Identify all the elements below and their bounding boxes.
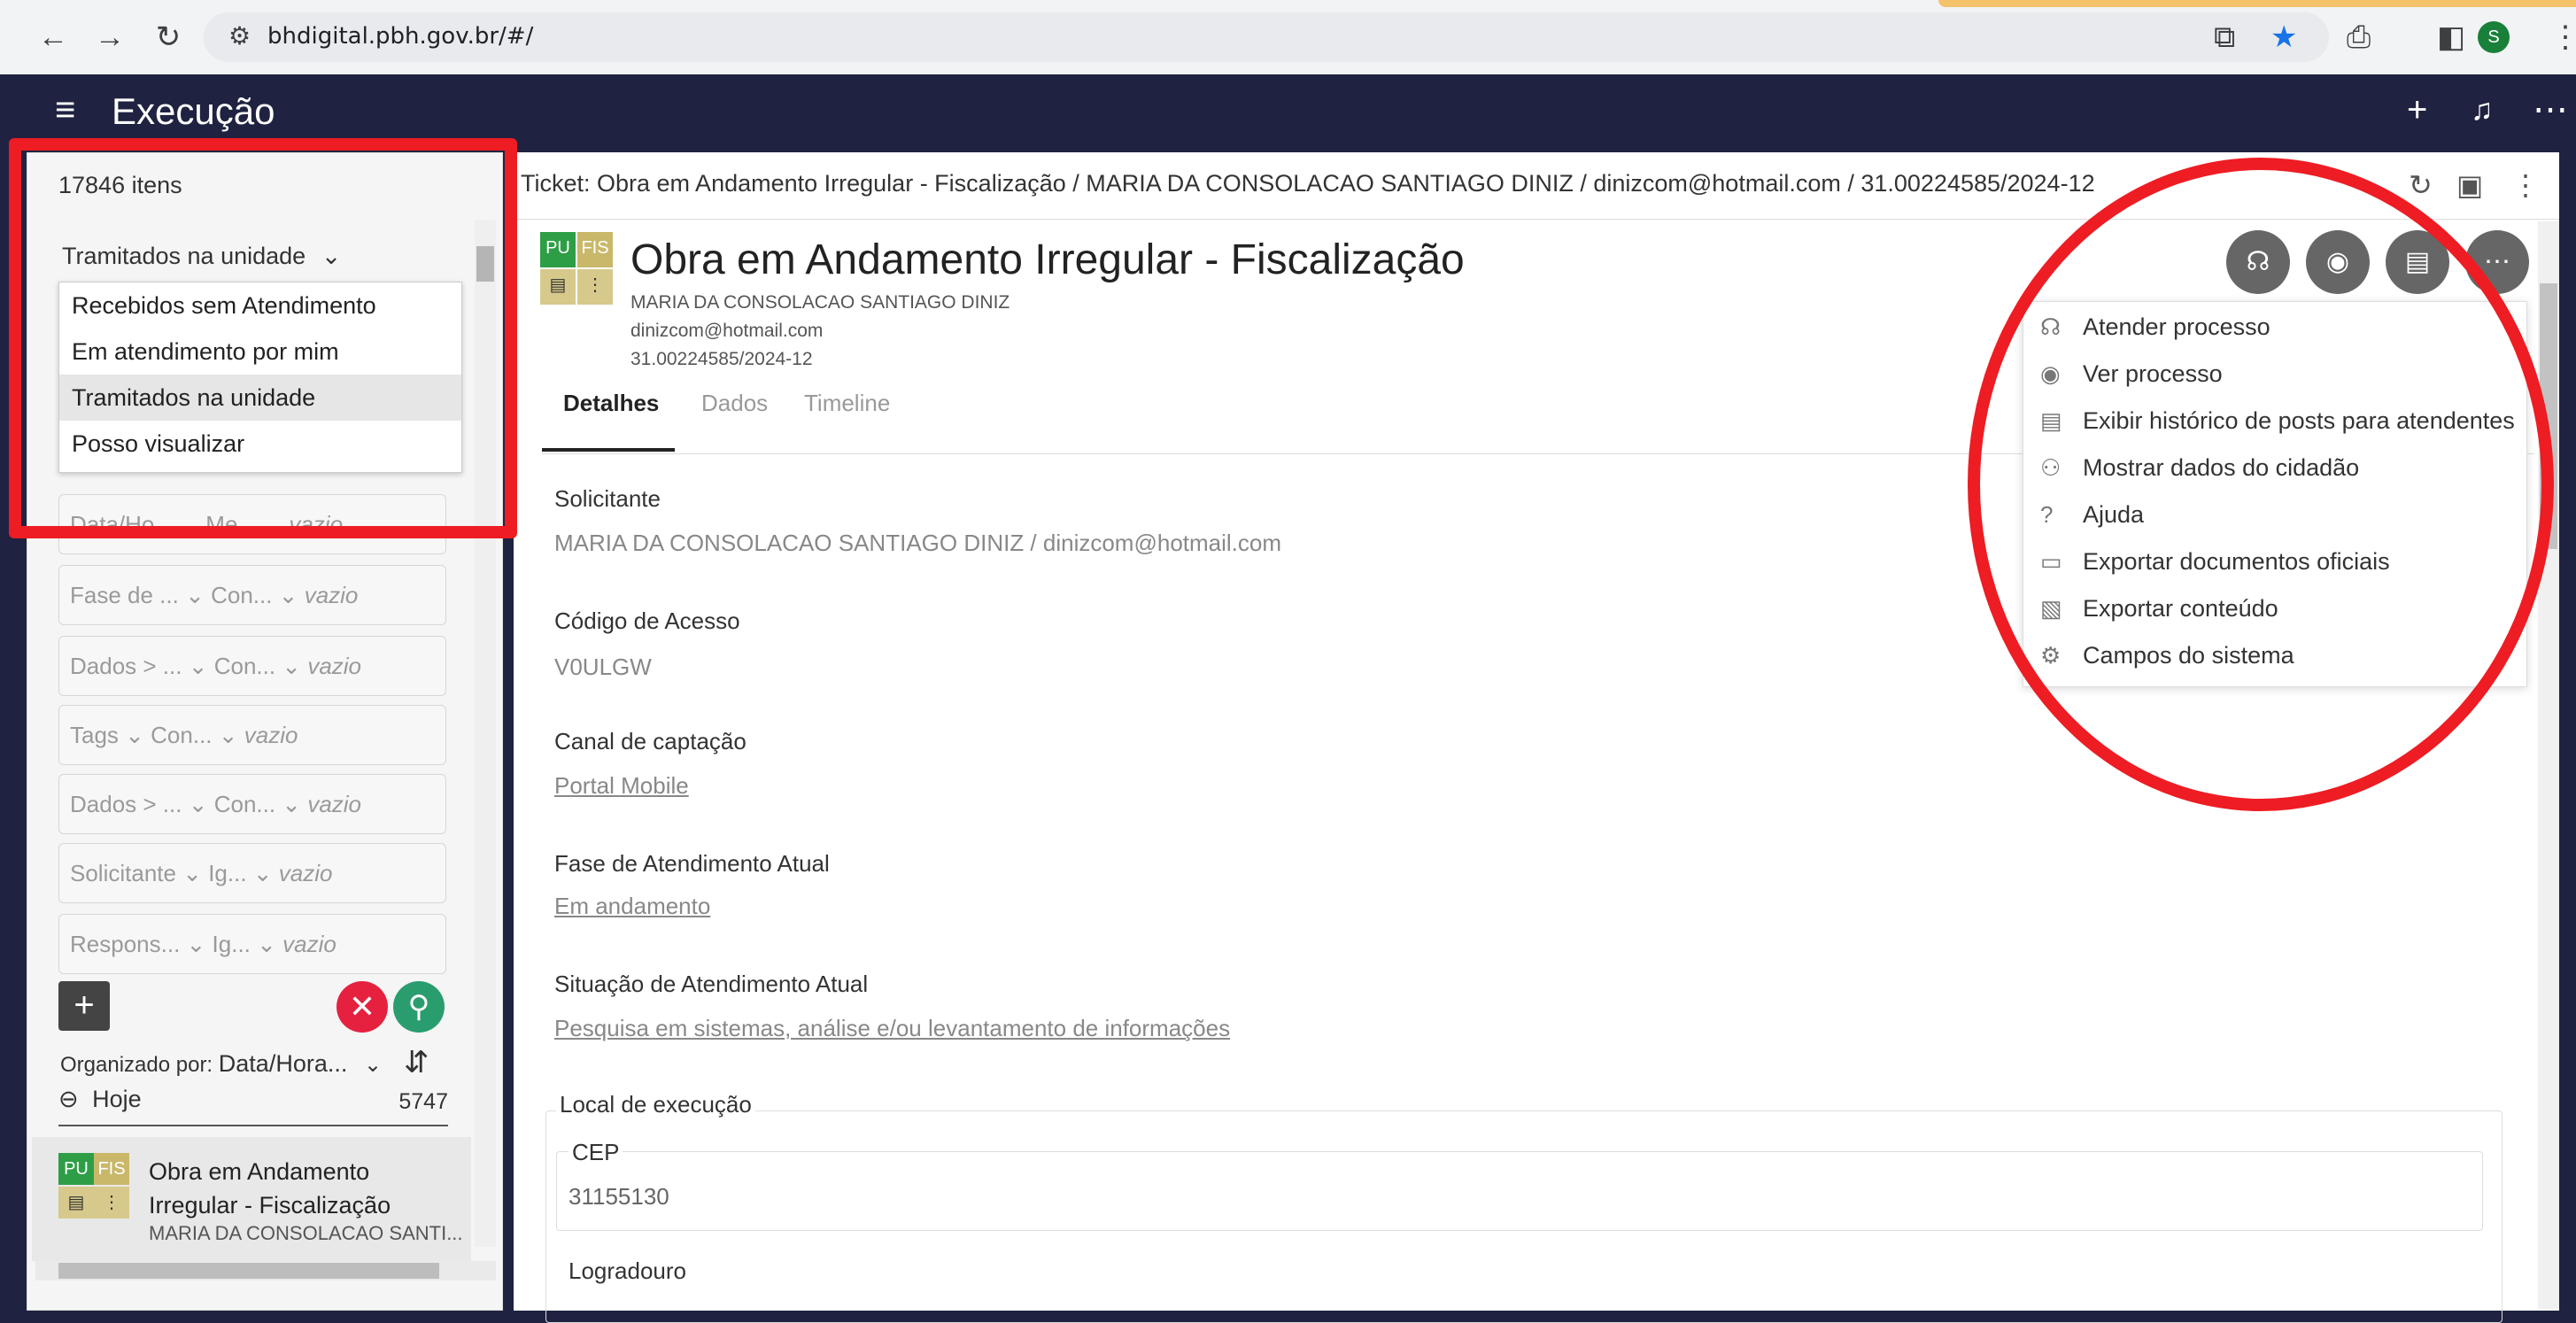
filter-operator: Con... bbox=[151, 722, 213, 748]
filter-operator: Con... bbox=[213, 653, 276, 679]
filter-operator: Con... bbox=[213, 791, 276, 817]
tab-timeline[interactable]: Timeline bbox=[804, 390, 890, 417]
document-icon: ▤ bbox=[540, 269, 576, 305]
share-icon: ⋮ bbox=[94, 1187, 129, 1219]
profile-avatar[interactable]: S bbox=[2478, 21, 2510, 53]
refresh-icon[interactable]: ↻ bbox=[2409, 168, 2433, 202]
sort-by-value: Data/Hora... bbox=[218, 1050, 348, 1077]
situacao-atendimento-label: Situação de Atendimento Atual bbox=[554, 971, 869, 997]
ticket-protocol: 31.00224585/2024-12 bbox=[630, 349, 813, 369]
filter-value: vazio bbox=[278, 860, 333, 886]
list-horizontal-scrollbar-thumb[interactable] bbox=[58, 1263, 439, 1279]
add-icon[interactable]: + bbox=[2407, 92, 2427, 128]
document-icon: ▤ bbox=[58, 1187, 94, 1219]
group-name: Hoje bbox=[92, 1086, 142, 1112]
side-panel-icon[interactable]: ◧ bbox=[2437, 19, 2465, 55]
sort-order-icon[interactable]: ⇵ bbox=[404, 1045, 429, 1080]
filter-row[interactable]: Solicitante ⌄ Ig... ⌄ vazio bbox=[58, 843, 446, 903]
filter-row[interactable]: Dados > ... ⌄ Con... ⌄ vazio bbox=[58, 636, 446, 696]
ticket-item-title: Obra em Andamento Irregular - Fiscalizaç… bbox=[149, 1158, 391, 1219]
cep-label: CEP bbox=[569, 1139, 623, 1166]
solicitante-value: MARIA DA CONSOLACAO SANTIAGO DINIZ / din… bbox=[554, 530, 1282, 556]
category-badge-fis: FIS bbox=[577, 232, 613, 267]
canal-captacao-label: Canal de captação bbox=[554, 728, 746, 754]
open-in-app-icon[interactable]: ⧉ bbox=[2214, 19, 2235, 55]
bookmark-star-icon[interactable]: ★ bbox=[2270, 19, 2297, 55]
chevron-down-icon: ⌄ bbox=[364, 1053, 383, 1077]
clear-filters-button[interactable]: ✕ bbox=[337, 981, 388, 1033]
menu-icon[interactable]: ≡ bbox=[55, 92, 75, 128]
add-filter-button[interactable]: + bbox=[58, 981, 110, 1031]
ticket-item-requester: MARIA DA CONSOLACAO SANTI... bbox=[149, 1222, 463, 1244]
codigo-acesso-value: V0ULGW bbox=[554, 654, 652, 680]
ticket-breadcrumb: Ticket: Obra em Andamento Irregular - Fi… bbox=[521, 170, 2095, 197]
group-header[interactable]: ⊖ Hoje 5747 bbox=[58, 1086, 448, 1126]
filter-row[interactable]: Dados > ... ⌄ Con... ⌄ vazio bbox=[58, 774, 446, 834]
cep-field bbox=[556, 1151, 2483, 1231]
category-badge-fis: FIS bbox=[94, 1153, 129, 1185]
fase-atendimento-label: Fase de Atendimento Atual bbox=[554, 850, 830, 877]
canal-captacao-link[interactable]: Portal Mobile bbox=[554, 772, 689, 800]
filter-field: Fase de ... bbox=[70, 582, 179, 608]
maximize-icon[interactable]: ▣ bbox=[2456, 168, 2483, 202]
filter-value: vazio bbox=[282, 931, 337, 957]
filter-value: vazio bbox=[244, 722, 298, 748]
filter-field: Dados > ... bbox=[70, 653, 182, 679]
ticket-requester: MARIA DA CONSOLACAO SANTIAGO DINIZ bbox=[630, 292, 1010, 313]
solicitante-label: Solicitante bbox=[554, 485, 661, 512]
app-title: Execução bbox=[112, 90, 275, 132]
cep-value: 31155130 bbox=[569, 1183, 669, 1210]
share-icon: ⋮ bbox=[577, 269, 613, 305]
ticket-email: dinizcom@hotmail.com bbox=[630, 321, 824, 341]
url-text[interactable]: bhdigital.pbh.gov.br/#/ bbox=[267, 23, 533, 50]
filter-operator: Ig... bbox=[208, 860, 247, 886]
annotation-highlight-ellipse bbox=[1968, 158, 2554, 811]
filter-value: vazio bbox=[307, 791, 362, 817]
filter-row[interactable]: Respons... ⌄ Ig... ⌄ vazio bbox=[58, 914, 446, 974]
codigo-acesso-label: Código de Acesso bbox=[554, 607, 740, 634]
filter-field: Tags bbox=[70, 722, 119, 748]
tab-dados[interactable]: Dados bbox=[701, 390, 768, 417]
app-header bbox=[0, 74, 2576, 145]
collapse-icon[interactable]: ⊖ bbox=[58, 1086, 79, 1112]
browser-accent-bar bbox=[1938, 0, 2576, 7]
ticket-title: Obra em Andamento Irregular - Fiscalizaç… bbox=[630, 236, 1465, 283]
filter-row[interactable]: Tags ⌄ Con... ⌄ vazio bbox=[58, 705, 446, 765]
logradouro-label: Logradouro bbox=[569, 1257, 686, 1284]
category-badge-pu: PU bbox=[58, 1153, 94, 1185]
active-tab-indicator bbox=[542, 448, 675, 452]
filter-row[interactable]: Fase de ... ⌄ Con... ⌄ vazio bbox=[58, 565, 446, 625]
tab-detalhes[interactable]: Detalhes bbox=[563, 390, 659, 417]
filter-operator: Con... bbox=[211, 582, 273, 608]
sort-by-select[interactable]: Organizado por: Data/Hora... ⌄ bbox=[60, 1050, 382, 1078]
bell-icon[interactable]: ♫ bbox=[2471, 92, 2494, 128]
forward-icon[interactable]: → bbox=[92, 19, 128, 55]
back-icon[interactable]: ← bbox=[35, 19, 71, 55]
fase-atendimento-link[interactable]: Em andamento bbox=[554, 893, 710, 920]
situacao-atendimento-link[interactable]: Pesquisa em sistemas, análise e/ou levan… bbox=[554, 1015, 1230, 1042]
local-execucao-label: Local de execução bbox=[556, 1091, 755, 1118]
group-count: 5747 bbox=[398, 1089, 448, 1114]
reload-icon[interactable]: ↻ bbox=[151, 19, 186, 55]
filter-operator: Ig... bbox=[212, 931, 251, 957]
search-button[interactable]: ⚲ bbox=[393, 981, 445, 1033]
extensions-icon[interactable]: ⎙ bbox=[2347, 19, 2371, 55]
filter-field: Dados > ... bbox=[70, 791, 182, 817]
annotation-highlight-rectangle bbox=[9, 138, 517, 538]
more-icon[interactable]: ⋯ bbox=[2533, 92, 2568, 128]
category-badge-pu: PU bbox=[540, 232, 576, 267]
filter-field: Respons... bbox=[70, 931, 181, 957]
sort-by-label: Organizado por: bbox=[60, 1053, 213, 1077]
filter-value: vazio bbox=[307, 653, 362, 679]
site-settings-icon[interactable]: ⚙ bbox=[228, 21, 251, 50]
browser-menu-icon[interactable]: ⋮ bbox=[2550, 19, 2576, 55]
panel-menu-icon[interactable]: ⋮ bbox=[2511, 168, 2540, 202]
filter-value: vazio bbox=[304, 582, 359, 608]
filter-field: Solicitante bbox=[70, 860, 176, 886]
